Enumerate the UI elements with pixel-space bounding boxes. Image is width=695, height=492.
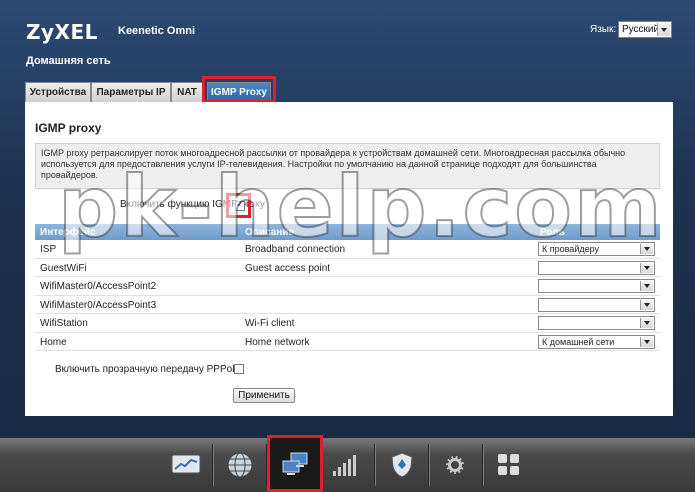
chevron-down-icon (640, 244, 653, 254)
header-description: Описание (245, 227, 294, 238)
highlight-checkbox-box (226, 193, 251, 218)
cell-description: Broadband connection (245, 244, 346, 255)
system-gear-icon[interactable] (433, 446, 477, 484)
bottom-dock (0, 435, 695, 492)
pppoe-checkbox[interactable] (234, 364, 244, 374)
cell-description: Wi-Fi client (245, 318, 295, 329)
table-row: WifiStation Wi-Fi client (35, 314, 660, 333)
pppoe-label: Включить прозрачную передачу PPPoE: (55, 364, 242, 375)
cell-description: Guest access point (245, 262, 331, 274)
cell-interface: WifiStation (40, 318, 88, 329)
header-interface: Интерфейс (40, 227, 96, 238)
tab-ip-params[interactable]: Параметры IP (91, 82, 171, 102)
table-row: WifiMaster0/AccessPoint2 (35, 277, 660, 296)
page-title: Домашняя сеть (26, 55, 111, 67)
chevron-down-icon (640, 336, 653, 347)
cell-interface: WifiMaster0/AccessPoint3 (40, 299, 157, 311)
panel-title: IGMP proxy (35, 121, 102, 135)
table-header: Интерфейс Описание Роль (35, 224, 660, 240)
header-role: Роль (540, 227, 565, 238)
role-value: К домашней сети (542, 336, 615, 347)
chevron-down-icon (640, 318, 653, 328)
dock-divider (212, 444, 213, 486)
security-shield-icon[interactable] (380, 446, 424, 484)
role-select[interactable]: К домашней сети (538, 334, 655, 349)
language-select[interactable]: Русский (618, 21, 672, 38)
highlight-dock-box (267, 435, 323, 492)
info-box: IGMP proxy ретранслирует поток многоадре… (35, 143, 660, 189)
tab-devices[interactable]: Устройства (25, 82, 91, 102)
interfaces-table: Интерфейс Описание Роль ISP Broadband co… (35, 224, 660, 351)
tab-nat[interactable]: NAT (171, 82, 203, 102)
chevron-down-icon (640, 262, 653, 273)
role-select[interactable]: К провайдеру (538, 242, 655, 256)
cell-description: Home network (245, 336, 310, 348)
chevron-down-icon (640, 299, 653, 310)
language-label: Язык: (590, 24, 617, 35)
brand-logo: ZyXEL (26, 20, 98, 44)
dock-divider (374, 444, 375, 486)
cell-interface: ISP (40, 244, 57, 255)
wifi-signal-icon[interactable] (323, 446, 367, 484)
model-name: Keenetic Omni (118, 25, 196, 37)
dock-divider (482, 444, 483, 486)
table-row: WifiMaster0/AccessPoint3 (35, 296, 660, 314)
apps-grid-icon[interactable] (487, 446, 531, 484)
role-select[interactable] (538, 316, 655, 330)
table-row: Home Home network К домашней сети (35, 333, 660, 351)
role-select[interactable] (538, 297, 655, 312)
chevron-down-icon (640, 281, 653, 291)
role-select[interactable] (538, 260, 655, 275)
table-row: ISP Broadband connection К провайдеру (35, 240, 660, 259)
monitor-icon[interactable] (164, 446, 208, 484)
role-value: К провайдеру (542, 244, 600, 254)
cell-interface: Home (40, 336, 67, 348)
internet-globe-icon[interactable] (218, 446, 262, 484)
dock-divider (428, 444, 429, 486)
highlight-tab-box (202, 76, 276, 103)
cell-interface: GuestWiFi (40, 262, 87, 274)
cell-interface: WifiMaster0/AccessPoint2 (40, 281, 157, 292)
igmp-panel: IGMP proxy IGMP proxy ретранслирует пото… (25, 102, 673, 416)
language-value: Русский (622, 24, 660, 35)
chevron-down-icon (657, 23, 670, 36)
router-admin-window: ZyXEL Keenetic Omni Язык: Русский Домашн… (0, 0, 695, 492)
apply-button[interactable]: Применить (233, 388, 295, 403)
table-row: GuestWiFi Guest access point (35, 259, 660, 277)
role-select[interactable] (538, 279, 655, 293)
